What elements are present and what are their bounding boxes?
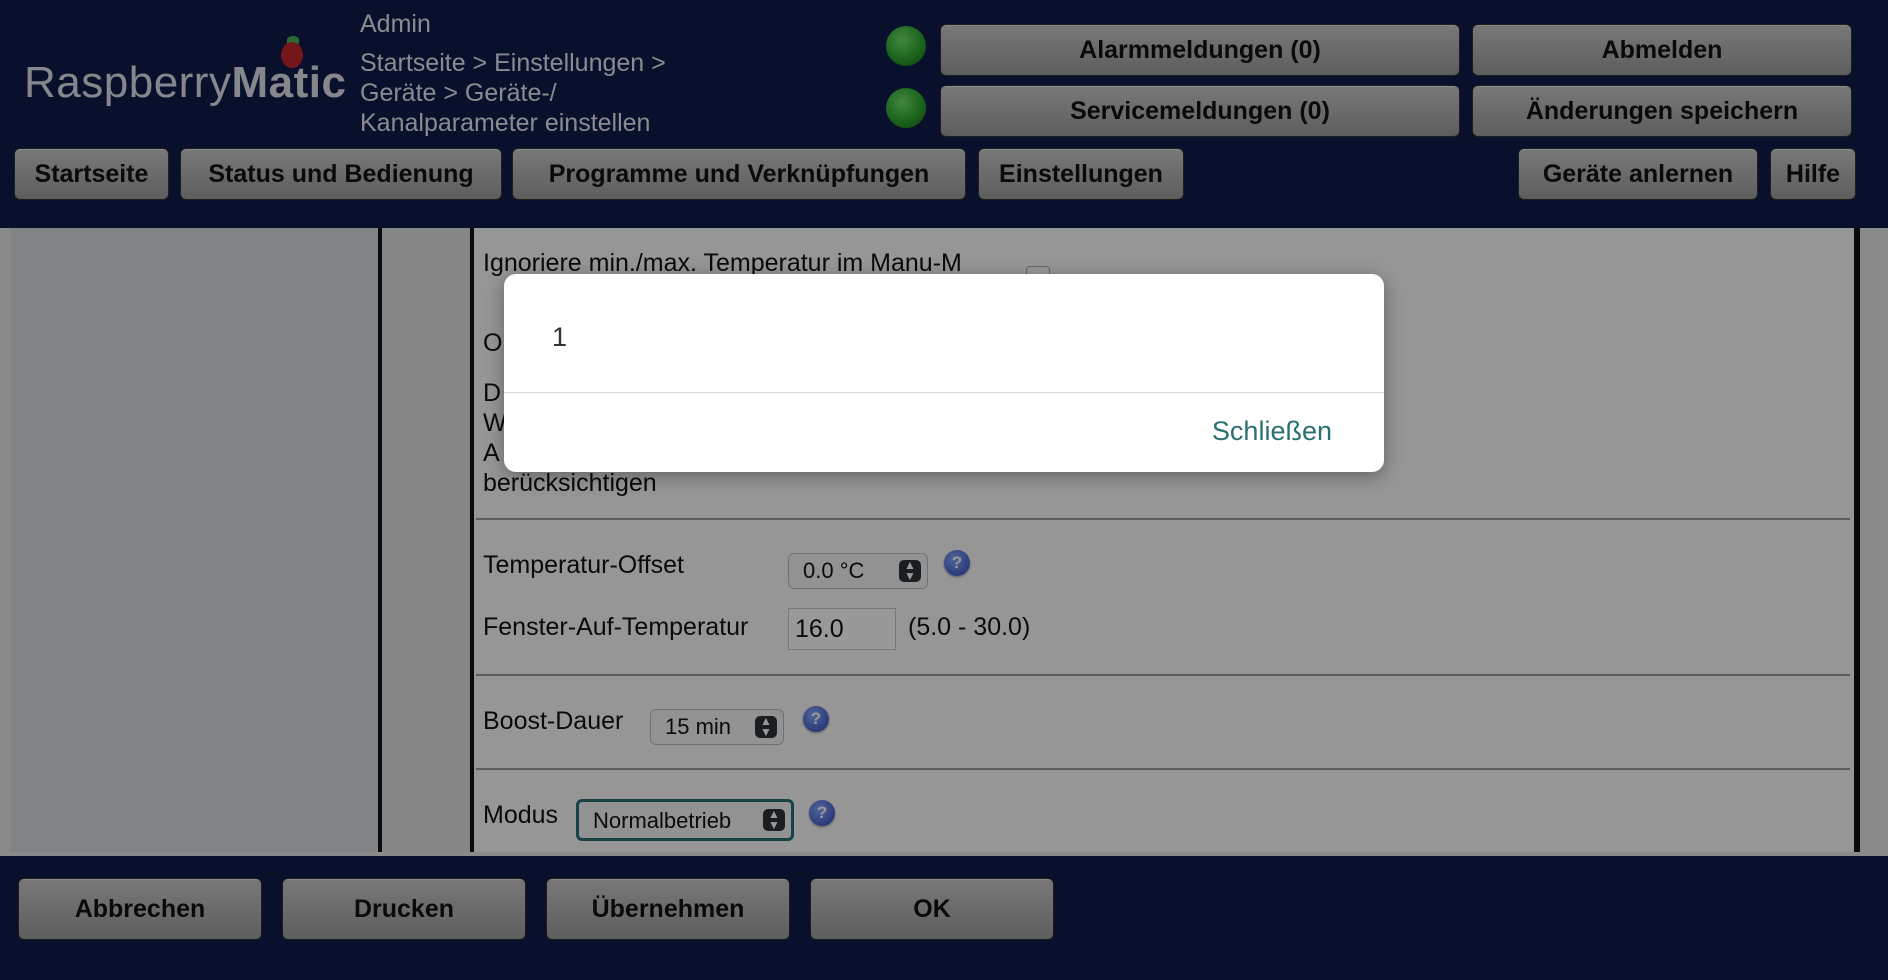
- dialog-close-button[interactable]: Schließen: [1212, 416, 1332, 447]
- dialog-divider: [504, 392, 1384, 393]
- dialog-message: 1: [552, 322, 568, 352]
- modal-backdrop[interactable]: [0, 0, 1888, 980]
- message-dialog: 1 Schließen: [504, 274, 1384, 472]
